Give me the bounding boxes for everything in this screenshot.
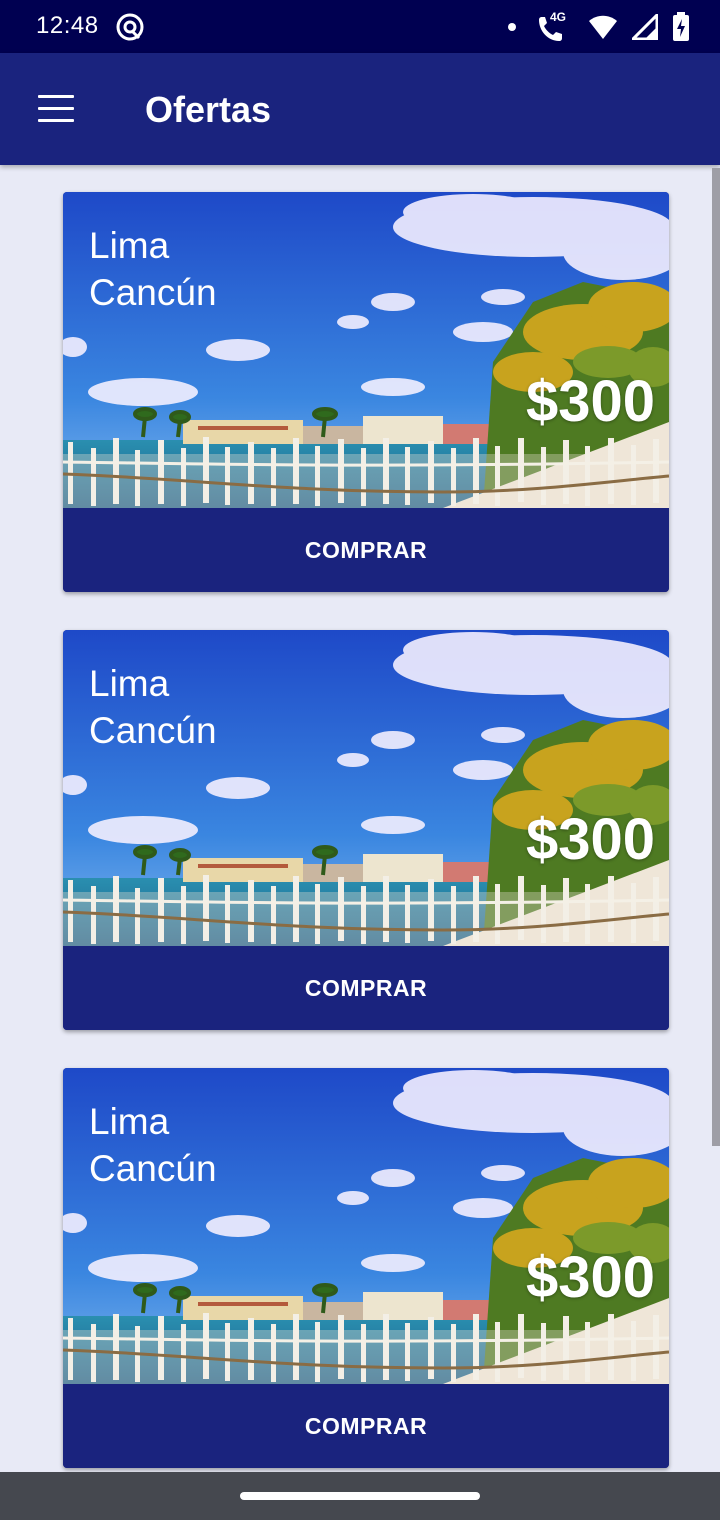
app-notification-icon — [114, 11, 146, 43]
buy-button[interactable]: COMPRAR — [63, 508, 669, 592]
destination-city: Cancún — [89, 1148, 217, 1189]
origin-city: Lima — [89, 225, 170, 266]
price-label: $300 — [525, 1245, 655, 1310]
buy-button[interactable]: COMPRAR — [63, 1384, 669, 1468]
origin-city: Lima — [89, 663, 170, 704]
route-text: Lima Cancún — [89, 660, 217, 754]
home-gesture-handle[interactable] — [240, 1492, 480, 1500]
price-label: $300 — [525, 807, 655, 872]
offer-card[interactable]: Lima Cancún $300 COMPRAR — [63, 630, 669, 1030]
cellular-signal-icon — [632, 14, 658, 40]
destination-city: Cancún — [89, 710, 217, 751]
app-bar: Ofertas — [0, 53, 720, 165]
navigation-bar — [0, 1472, 720, 1520]
price-label: $300 — [525, 369, 655, 434]
offer-card[interactable]: Lima Cancún $300 COMPRAR — [63, 192, 669, 592]
buy-button[interactable]: COMPRAR — [63, 946, 669, 1030]
destination-city: Cancún — [89, 272, 217, 313]
scrollbar[interactable] — [712, 168, 720, 1146]
origin-city: Lima — [89, 1101, 170, 1142]
status-time: 12:48 — [36, 12, 99, 39]
offers-list[interactable]: Lima Cancún $300 COMPRAR Lima Cancún $30… — [0, 165, 720, 1472]
network-type: 4G — [550, 10, 567, 24]
route-text: Lima Cancún — [89, 1098, 217, 1192]
wifi-calling-icon: 4G — [536, 10, 574, 42]
hamburger-menu-icon[interactable] — [36, 93, 76, 125]
wifi-icon — [588, 14, 618, 40]
notification-dot-icon — [508, 23, 516, 31]
page-title: Ofertas — [145, 89, 272, 130]
status-bar: 12:48 4G — [0, 0, 720, 53]
route-text: Lima Cancún — [89, 222, 217, 316]
offer-card[interactable]: Lima Cancún $300 COMPRAR — [63, 1068, 669, 1468]
battery-charging-icon — [672, 12, 690, 42]
